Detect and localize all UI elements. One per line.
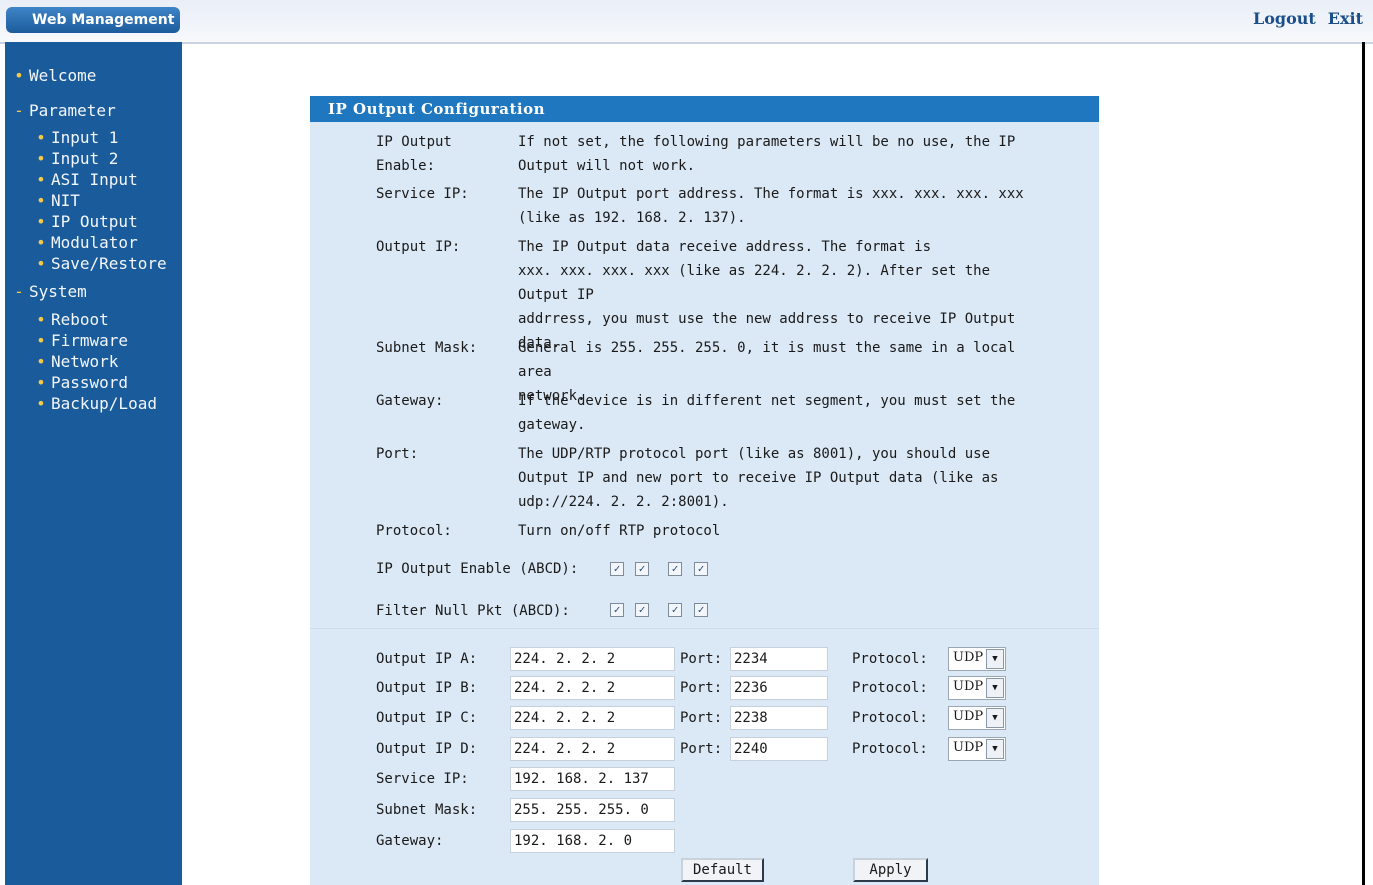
help-text-port: The UDP/RTP protocol port (like as 8001)… [518,446,999,510]
help-label-port: Port: [376,446,419,462]
protocol-label: Protocol: [852,680,928,696]
bullet-icon: • [14,66,24,85]
help-text-service-ip: The IP Output port address. The format i… [518,186,1024,226]
bullet-icon: • [36,191,46,210]
enable-checkbox-a[interactable]: ✓ [610,562,624,576]
help-text-protocol: Turn on/off RTP protocol [518,523,721,539]
exit-link[interactable]: Exit [1328,9,1363,28]
logout-link[interactable]: Logout [1253,9,1316,28]
protocol-a-select[interactable]: UDP ▼ [948,647,1006,671]
help-label-service-ip: Service IP: [376,186,469,202]
enable-checkbox-c[interactable]: ✓ [668,562,682,576]
bullet-icon: • [36,233,46,252]
output-ip-d-label: Output IP D: [376,741,478,757]
chevron-down-icon: ▼ [986,649,1004,669]
section-divider [310,628,1099,629]
output-ip-c-label: Output IP C: [376,710,478,726]
ip-output-enable-label: IP Output Enable (ABCD): [376,561,579,577]
service-ip-label: Service IP: [376,771,469,787]
bullet-icon: • [36,394,46,413]
filter-checkbox-b[interactable]: ✓ [635,603,649,617]
filter-checkbox-d[interactable]: ✓ [694,603,708,617]
help-label-gateway: Gateway: [376,393,444,409]
sidebar-item-ip-output[interactable]: • IP Output [31,212,138,231]
port-label: Port: [680,651,723,667]
output-ip-b-input[interactable] [510,676,675,700]
protocol-label: Protocol: [852,741,928,757]
protocol-label: Protocol: [852,651,928,667]
filter-null-pkt-label: Filter Null Pkt (ABCD): [376,603,570,619]
brand-logo: Web Management [6,7,180,33]
help-text-ip-output-enable: If not set, the following parameters wil… [518,134,1016,174]
protocol-b-select[interactable]: UDP ▼ [948,676,1006,700]
sidebar-item-asi-input[interactable]: • ASI Input [31,170,138,189]
output-ip-a-input[interactable] [510,647,675,671]
sidebar-item-reboot[interactable]: • Reboot [31,310,109,329]
port-a-input[interactable] [730,647,828,671]
protocol-label: Protocol: [852,710,928,726]
bullet-icon: • [36,331,46,350]
gateway-input[interactable] [510,829,675,853]
port-c-input[interactable] [730,706,828,730]
bullet-icon: • [36,373,46,392]
apply-button[interactable]: Apply [853,858,928,882]
sidebar: • Welcome - Parameter • Input 1 • Input 2 • A… [5,42,182,885]
collapse-icon: - [14,101,24,120]
output-ip-d-input[interactable] [510,737,675,761]
service-ip-input[interactable] [510,767,675,791]
port-d-input[interactable] [730,737,828,761]
sidebar-section-system[interactable]: - System [9,282,87,301]
sidebar-item-modulator[interactable]: • Modulator [31,233,138,252]
bullet-icon: • [36,254,46,273]
enable-checkbox-b[interactable]: ✓ [635,562,649,576]
bullet-icon: • [36,170,46,189]
panel-title: IP Output Configuration [310,96,1099,122]
help-label-ip-output-enable: IP Output Enable: [376,134,452,174]
chevron-down-icon: ▼ [986,739,1004,759]
gateway-label: Gateway: [376,833,444,849]
port-b-input[interactable] [730,676,828,700]
sidebar-item-network[interactable]: • Network [31,352,118,371]
sidebar-item-password[interactable]: • Password [31,373,128,392]
protocol-c-select[interactable]: UDP ▼ [948,706,1006,730]
chevron-down-icon: ▼ [986,678,1004,698]
help-text-gateway: If the device is in different net segmen… [518,393,1016,433]
sidebar-item-welcome[interactable]: • Welcome [9,66,96,85]
port-label: Port: [680,710,723,726]
port-label: Port: [680,680,723,696]
protocol-d-select[interactable]: UDP ▼ [948,737,1006,761]
top-links: Logout Exit [1241,9,1363,28]
help-label-output-ip: Output IP: [376,239,461,255]
subnet-mask-label: Subnet Mask: [376,802,478,818]
help-label-protocol: Protocol: [376,523,452,539]
output-ip-a-label: Output IP A: [376,651,478,667]
bullet-icon: • [36,128,46,147]
subnet-mask-input[interactable] [510,798,675,822]
port-label: Port: [680,741,723,757]
bullet-icon: • [36,310,46,329]
output-ip-b-label: Output IP B: [376,680,478,696]
help-label-subnet-mask: Subnet Mask: [376,340,478,356]
enable-checkbox-d[interactable]: ✓ [694,562,708,576]
top-header: Web Management Logout Exit [0,0,1373,44]
sidebar-item-nit[interactable]: • NIT [31,191,80,210]
bullet-icon: • [36,212,46,231]
sidebar-item-input-2[interactable]: • Input 2 [31,149,118,168]
sidebar-item-input-1[interactable]: • Input 1 [31,128,118,147]
filter-checkbox-a[interactable]: ✓ [610,603,624,617]
output-ip-c-input[interactable] [510,706,675,730]
sidebar-item-save-restore[interactable]: • Save/Restore [31,254,166,273]
chevron-down-icon: ▼ [986,708,1004,728]
sidebar-section-parameter[interactable]: - Parameter [9,101,116,120]
sidebar-item-backup-load[interactable]: • Backup/Load [31,394,157,413]
page-border [1362,42,1365,885]
filter-checkbox-c[interactable]: ✓ [668,603,682,617]
bullet-icon: • [36,352,46,371]
sidebar-item-firmware[interactable]: • Firmware [31,331,128,350]
ip-output-panel: IP Output Configuration IP Output Enable:… [310,96,1099,885]
default-button[interactable]: Default [681,858,764,882]
bullet-icon: • [36,149,46,168]
collapse-icon: - [14,282,24,301]
